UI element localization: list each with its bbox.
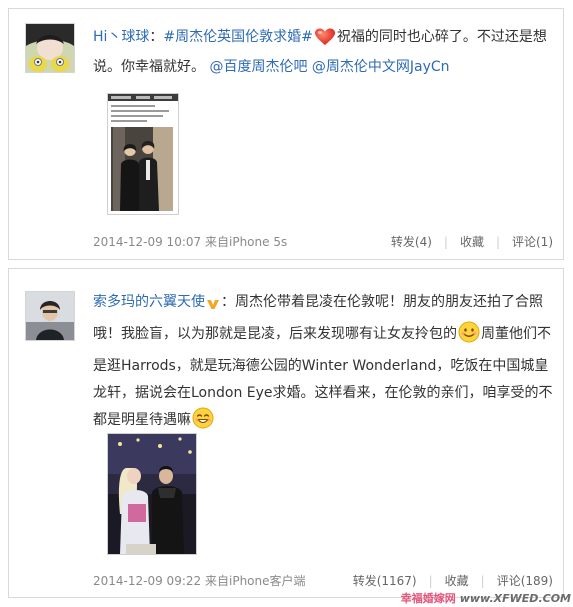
v-badge-icon[interactable] (206, 294, 220, 321)
author-name[interactable]: Hi丶球球 (93, 29, 149, 45)
mention-link[interactable]: @周杰伦中文网JayCn (312, 59, 450, 75)
divider: | (428, 574, 433, 588)
smile-emoji-icon (458, 321, 480, 353)
weibo-post-2: 索多玛的六翼天使 ：周杰伦带着昆凌在伦敦呢！朋友的朋友还拍了合照哦！我脸盲，以为那… (8, 268, 564, 598)
post-source[interactable]: 来自iPhone 5s (205, 233, 287, 251)
post-time[interactable]: 2014-12-09 10:07 (93, 233, 201, 251)
post-actions: 转发(1167) | 收藏 | 评论(189) (353, 572, 553, 590)
post-actions: 转发(4) | 收藏 | 评论(1) (391, 233, 553, 251)
post-image-thumbnail[interactable] (107, 433, 197, 555)
divider: | (495, 235, 500, 249)
watermark-url: www.XFWED.COM (459, 592, 571, 605)
divider: | (480, 574, 485, 588)
post-meta: 2014-12-09 10:07 来自iPhone 5s 转发(4) | 收藏 | 评论… (93, 233, 553, 251)
favorite-button[interactable]: 收藏 (460, 235, 484, 249)
post-meta: 2014-12-09 09:22 来自iPhone客户端 转发(1167) | 收藏… (93, 572, 553, 590)
watermark-site-name: 幸福婚嫁网 (400, 592, 456, 605)
weibo-post-1: Hi丶球球：#周杰伦英国伦敦求婚# 祝福的同时也心碎了。不过还是想说。你幸福就好。… (8, 8, 564, 260)
post-image-thumbnail[interactable] (107, 93, 179, 215)
colon: ： (149, 29, 164, 45)
heart-icon (314, 28, 336, 55)
comment-button[interactable]: 评论(189) (497, 574, 553, 588)
divider: | (443, 235, 448, 249)
favorite-button[interactable]: 收藏 (445, 574, 469, 588)
site-watermark: 幸福婚嫁网 www.XFWED.COM (401, 592, 571, 606)
avatar-image (26, 24, 74, 72)
repost-button[interactable]: 转发(4) (391, 235, 432, 249)
post-time[interactable]: 2014-12-09 09:22 (93, 572, 201, 590)
author-name[interactable]: 索多玛的六翼天使 (93, 294, 205, 310)
avatar[interactable] (25, 291, 75, 341)
comment-button[interactable]: 评论(1) (512, 235, 553, 249)
post-content: Hi丶球球：#周杰伦英国伦敦求婚# 祝福的同时也心碎了。不过还是想说。你幸福就好。… (93, 25, 553, 80)
colon: ： (221, 294, 235, 310)
post-source[interactable]: 来自iPhone客户端 (205, 572, 306, 590)
mention-link[interactable]: @百度周杰伦吧 (209, 59, 307, 75)
avatar[interactable] (25, 23, 75, 73)
repost-button[interactable]: 转发(1167) (353, 574, 417, 588)
topic-link[interactable]: #周杰伦英国伦敦求婚# (163, 29, 312, 45)
avatar-image (26, 292, 74, 340)
post-content: 索多玛的六翼天使 ：周杰伦带着昆凌在伦敦呢！朋友的朋友还拍了合照哦！我脸盲，以为那… (93, 289, 553, 439)
